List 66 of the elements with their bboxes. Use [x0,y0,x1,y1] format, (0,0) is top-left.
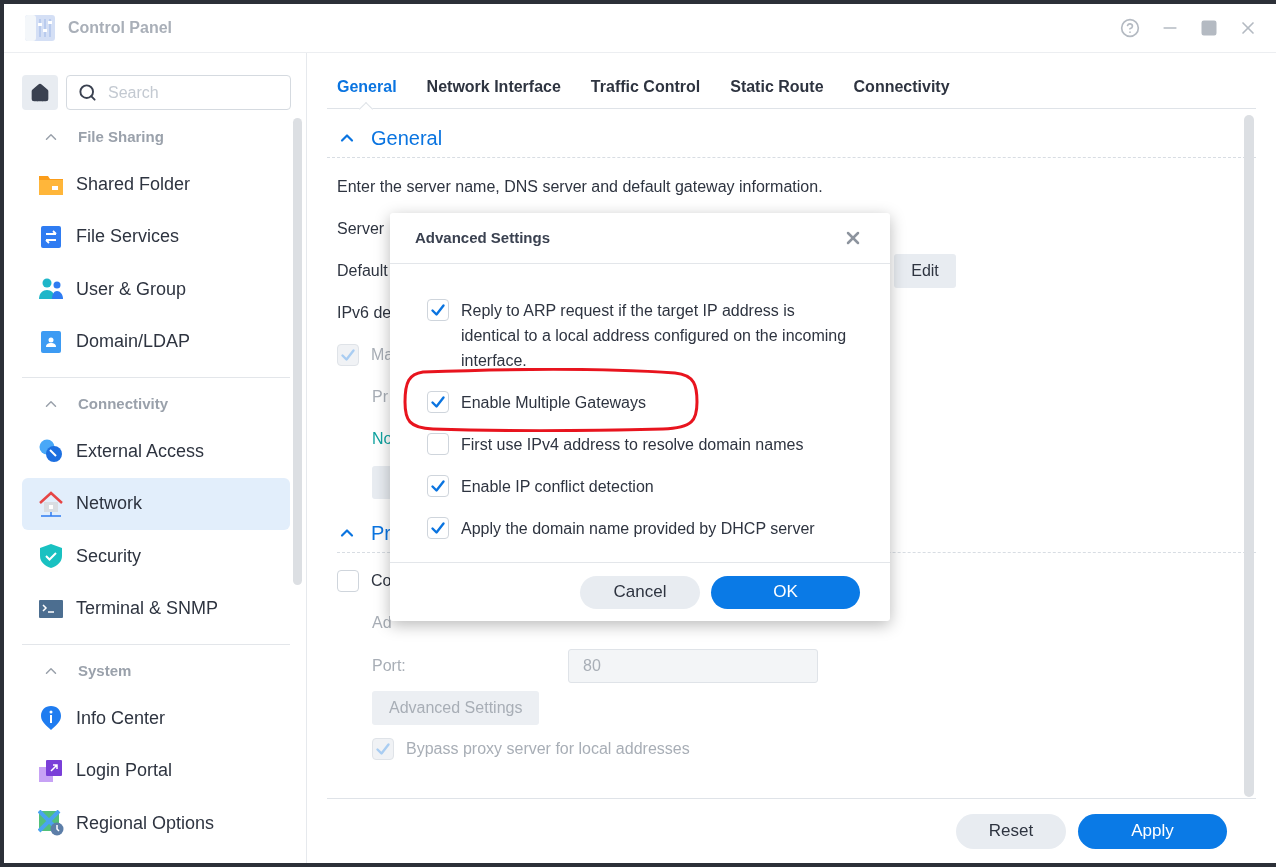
house-network-icon [38,490,64,517]
maximize-icon[interactable] [1200,19,1218,37]
field-label: Port: [372,656,407,676]
nav-item[interactable]: Info Center [22,692,290,745]
file-services-icon [38,223,64,250]
checkbox[interactable] [427,391,449,413]
option-label: Enable IP conflict detection [461,477,654,497]
window-title: Control Panel [68,18,172,38]
nav-item[interactable]: Login Portal [22,744,290,797]
nav-item[interactable]: User & Group [22,263,290,316]
tab[interactable]: Network Interface [426,65,561,108]
map-clock-icon [38,810,64,837]
search-icon [78,83,97,102]
tab[interactable]: General [337,65,397,108]
edit-button[interactable]: Edit [894,254,956,288]
checkbox-label: Bypass proxy server for local addresses [406,739,690,759]
nav-item[interactable]: Security [22,530,290,583]
check-icon [340,347,356,363]
option-label: First use IPv4 address to resolve domain names [461,435,804,455]
checkbox[interactable] [427,299,449,321]
scrollbar[interactable] [1244,115,1254,797]
globe-link-icon [38,438,64,465]
tab[interactable]: Static Route [730,65,824,108]
nav-item[interactable]: Regional Options [22,797,290,850]
help-icon[interactable] [1120,18,1140,38]
field-label: Server [337,219,385,239]
nav-item[interactable]: Shared Folder [22,158,290,211]
apply-button[interactable]: Apply [1078,813,1227,849]
check-icon [430,394,446,410]
shield-icon [38,543,64,570]
option-label: Enable Multiple Gateways [461,393,646,413]
check-icon [375,741,391,757]
check-icon [430,302,446,318]
checkbox[interactable] [427,433,449,455]
field-label: IPv6 de [337,303,392,323]
ok-button[interactable]: OK [711,575,860,609]
field-label: Default [337,261,388,281]
checkbox[interactable] [427,475,449,497]
info-pin-icon [38,705,64,732]
check-icon [430,520,446,536]
cancel-button[interactable]: Cancel [580,575,700,609]
contact-card-icon [38,328,64,355]
portal-icon [38,757,64,784]
field-label: Pr [372,387,388,407]
app-logo-icon [25,13,55,43]
field-label: Ad [372,613,392,633]
reset-button[interactable]: Reset [956,813,1066,849]
nav-item[interactable]: Terminal & SNMP [22,582,290,635]
scrollbar[interactable] [293,118,302,585]
tab[interactable]: Connectivity [853,65,950,108]
home-icon [30,82,50,103]
nav-item[interactable]: External Access [22,425,290,478]
nav-item[interactable]: Network [22,477,290,530]
nav-item[interactable]: File Services [22,210,290,263]
checkbox-label: Co [371,571,392,591]
description: Enter the server name, DNS server and default gateway information. [337,177,823,197]
nav-item[interactable]: Domain/LDAP [22,315,290,368]
dialog-title: Advanced Settings [415,227,551,248]
tab[interactable]: Traffic Control [590,65,701,108]
home-button[interactable] [22,75,58,110]
search-field[interactable]: Search [66,75,291,110]
option-label: Apply the domain name provided by DHCP server [461,519,815,539]
checkbox[interactable] [337,570,359,592]
option-label: Reply to ARP request if the target IP address is identical to a local address configured on the incoming interface. [461,301,848,371]
checkbox[interactable] [427,517,449,539]
check-icon [430,478,446,494]
